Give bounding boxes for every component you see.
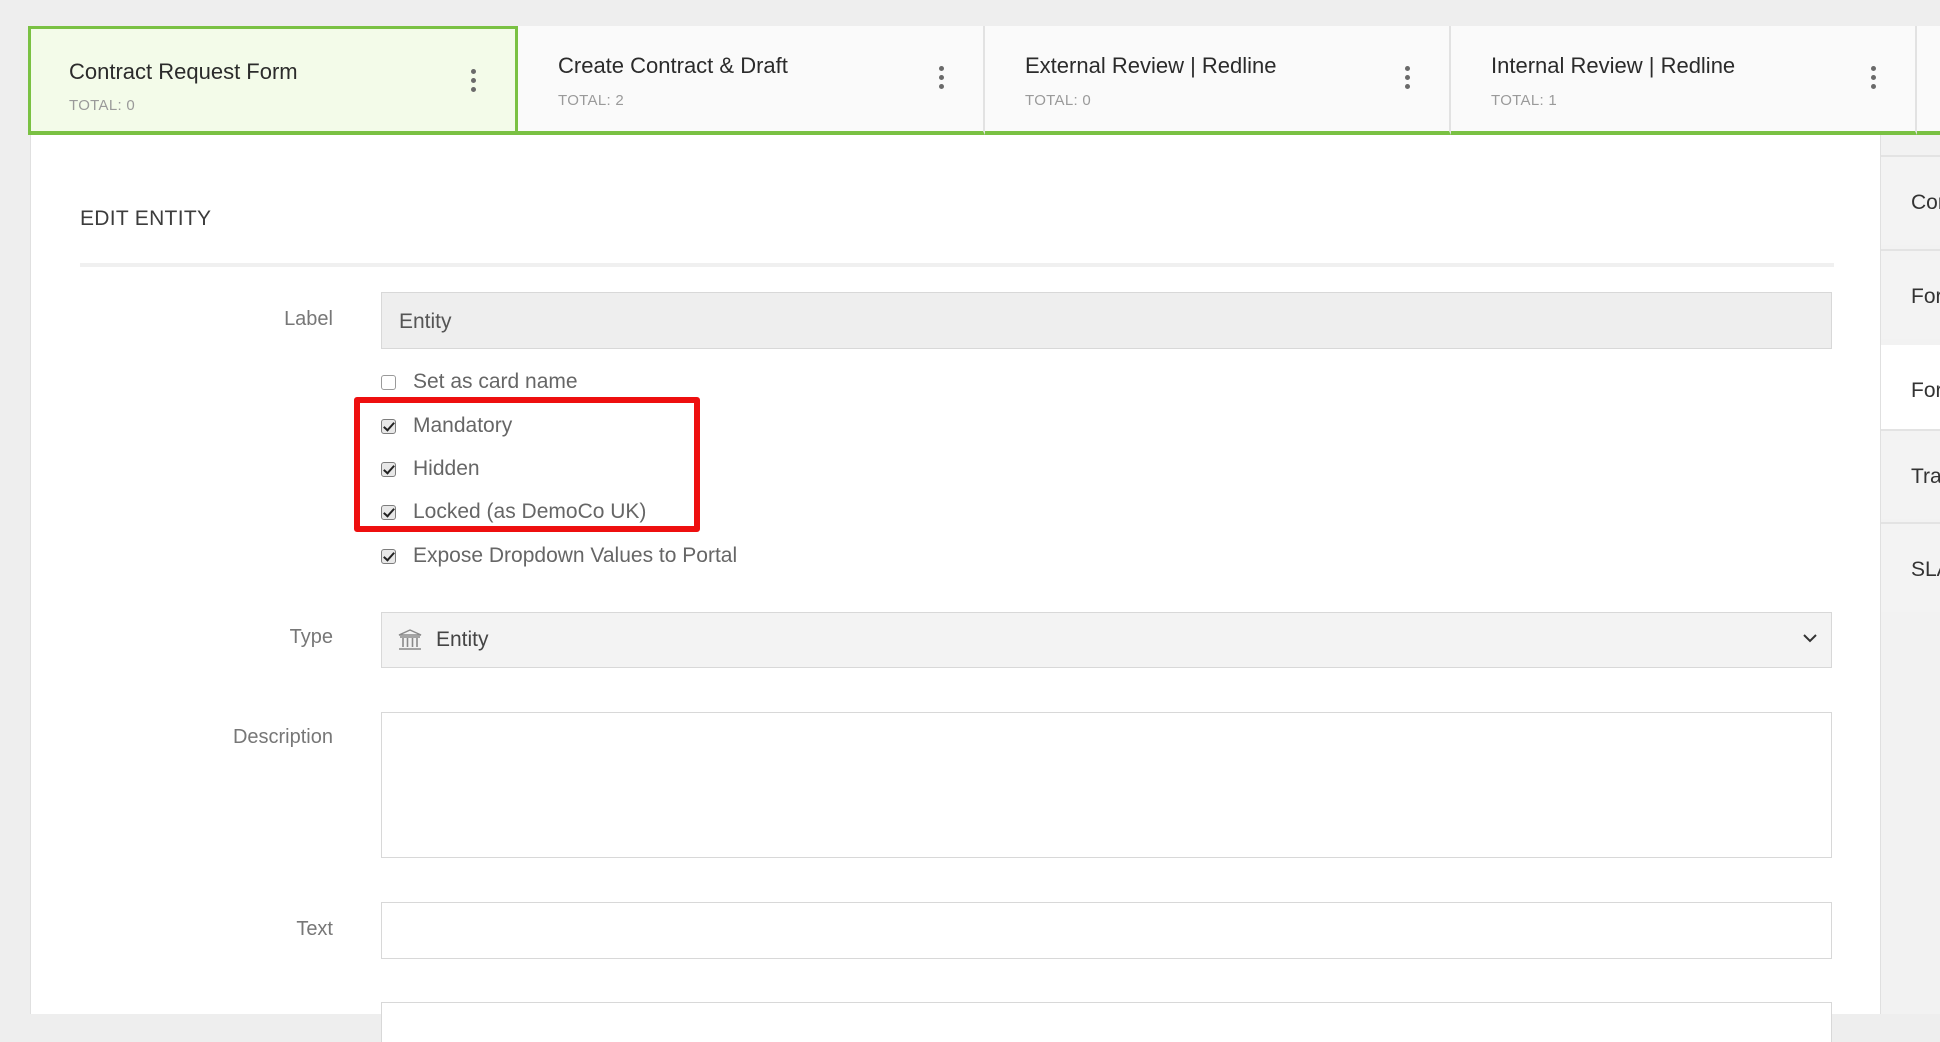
section-title: EDIT ENTITY [80, 207, 212, 230]
description-field-label: Description [232, 726, 333, 748]
kebab-menu-icon[interactable] [469, 69, 477, 95]
kebab-menu-icon[interactable] [1403, 66, 1411, 92]
right-sidebar: Cor For For Tra SLA [1880, 135, 1940, 1014]
kebab-menu-icon[interactable] [937, 66, 945, 92]
divider [80, 263, 1834, 267]
locked-checkbox[interactable]: Locked (as DemoCo UK) [381, 498, 646, 526]
next-field-input[interactable] [381, 1002, 1832, 1042]
sidebar-item-1[interactable]: Cor [1881, 155, 1940, 245]
checkbox-checked-icon [381, 461, 396, 477]
tab-total: TOTAL: 1 [1491, 92, 1558, 109]
sidebar-item-4[interactable]: Tra [1881, 429, 1940, 519]
type-select-value: Entity [436, 628, 489, 651]
checkbox-checked-icon [381, 504, 396, 520]
stage-tabs: Contract Request Form TOTAL: 0 Create Co… [28, 26, 1940, 135]
sidebar-item-5[interactable]: SLA [1881, 522, 1940, 612]
tab-total: TOTAL: 0 [1025, 92, 1092, 109]
mandatory-checkbox[interactable]: Mandatory [381, 412, 512, 440]
tab-next-stage[interactable]: P T [1917, 26, 1940, 135]
hidden-checkbox[interactable]: Hidden [381, 455, 480, 483]
checkbox-checked-icon [381, 548, 396, 564]
text-field-label: Text [296, 918, 333, 940]
tab-name: External Review | Redline [1025, 53, 1277, 78]
label-field-label: Label [284, 308, 333, 330]
tab-total: TOTAL: 2 [558, 92, 625, 109]
label-input[interactable]: Entity [381, 292, 1832, 349]
set-as-card-name-checkbox[interactable]: Set as card name [381, 368, 578, 396]
tab-external-review-redline[interactable]: External Review | Redline TOTAL: 0 [985, 26, 1451, 135]
sidebar-item-2[interactable]: For [1881, 249, 1940, 339]
checkbox-checked-icon [381, 418, 396, 434]
type-field-label: Type [289, 626, 333, 648]
sidebar-item-label: SLA [1911, 558, 1940, 581]
description-textarea[interactable] [381, 712, 1832, 858]
tab-internal-review-redline[interactable]: Internal Review | Redline TOTAL: 1 [1451, 26, 1917, 135]
checkbox-label: Set as card name [413, 370, 578, 393]
tab-contract-request-form[interactable]: Contract Request Form TOTAL: 0 [28, 26, 518, 135]
edit-entity-panel: EDIT ENTITY Label Entity Set as card nam… [30, 135, 1881, 1042]
checkbox-label: Expose Dropdown Values to Portal [413, 544, 738, 567]
tab-total: TOTAL: 0 [69, 97, 136, 114]
sidebar-item-label: Tra [1911, 465, 1940, 488]
checkbox-label: Hidden [413, 457, 480, 480]
checkbox-label: Locked (as DemoCo UK) [413, 500, 647, 523]
sidebar-item-label: For [1911, 285, 1940, 308]
tab-name: Contract Request Form [69, 59, 298, 84]
sidebar-item-label: Cor [1911, 191, 1940, 214]
bank-icon [398, 629, 422, 650]
type-select[interactable]: Entity [381, 612, 1832, 668]
tab-name: Internal Review | Redline [1491, 53, 1736, 78]
checkbox-label: Mandatory [413, 414, 513, 437]
tab-create-contract-draft[interactable]: Create Contract & Draft TOTAL: 2 [518, 26, 985, 135]
tab-name: Create Contract & Draft [558, 53, 788, 78]
kebab-menu-icon[interactable] [1869, 66, 1877, 92]
text-input[interactable] [381, 902, 1832, 959]
expose-dropdown-values-checkbox[interactable]: Expose Dropdown Values to Portal [381, 542, 737, 570]
chevron-down-icon [1803, 634, 1817, 643]
sidebar-item-label: For [1911, 379, 1940, 402]
sidebar-item-3[interactable]: For [1881, 345, 1940, 433]
checkbox-unchecked-icon [381, 374, 396, 390]
